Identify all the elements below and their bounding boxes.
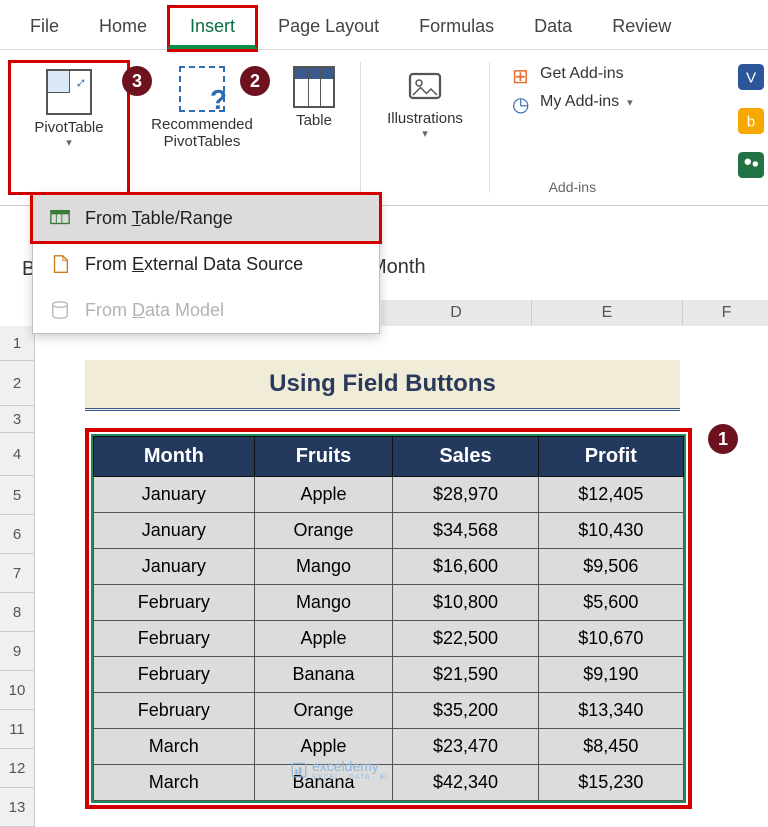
chevron-down-icon: ▾ bbox=[627, 96, 633, 109]
pivot-table-icon bbox=[46, 69, 92, 115]
tab-data[interactable]: Data bbox=[514, 8, 592, 49]
bing-icon[interactable]: b bbox=[738, 108, 764, 134]
addins-group-label: Add-ins bbox=[510, 175, 635, 195]
watermark-text: exceldemy bbox=[312, 758, 388, 774]
illustrations-button[interactable]: Illustrations ▾ bbox=[367, 60, 483, 195]
tab-home[interactable]: Home bbox=[79, 8, 167, 49]
table-row[interactable]: FebruaryApple$22,500$10,670 bbox=[94, 621, 684, 657]
ribbon-body: PivotTable ▾ Recommended PivotTables Tab… bbox=[0, 50, 768, 206]
right-app-icons: V b bbox=[738, 64, 764, 178]
tab-review[interactable]: Review bbox=[592, 8, 691, 49]
chevron-down-icon: ▾ bbox=[422, 127, 428, 140]
watermark-icon bbox=[290, 761, 308, 779]
table-row[interactable]: MarchBanana$42,340$15,230 bbox=[94, 765, 684, 801]
from-external-label: From External Data Source bbox=[85, 254, 303, 275]
table-row[interactable]: FebruaryMango$10,800$5,600 bbox=[94, 585, 684, 621]
row-header-5[interactable]: 5 bbox=[0, 476, 35, 515]
watermark: exceldemy EXCEL · DATA · BI bbox=[290, 758, 388, 781]
col-fruits[interactable]: Fruits bbox=[254, 437, 393, 477]
recommended-pivot-icon bbox=[179, 66, 225, 112]
table-row[interactable]: JanuaryMango$16,600$9,506 bbox=[94, 549, 684, 585]
column-headers: D E F bbox=[381, 300, 768, 326]
table-row[interactable]: FebruaryOrange$35,200$13,340 bbox=[94, 693, 684, 729]
from-data-model-item: From Data Model bbox=[33, 287, 379, 333]
table-row[interactable]: JanuaryApple$28,970$12,405 bbox=[94, 477, 684, 513]
my-addins-button[interactable]: ◷ My Add-ins ▾ bbox=[510, 88, 635, 116]
row-header-4[interactable]: 4 bbox=[0, 433, 35, 476]
illustrations-label: Illustrations bbox=[387, 110, 463, 127]
row-header-6[interactable]: 6 bbox=[0, 515, 35, 554]
get-addins-label: Get Add-ins bbox=[540, 65, 624, 83]
row-header-3[interactable]: 3 bbox=[0, 406, 35, 433]
svg-text:b: b bbox=[747, 113, 755, 130]
col-month[interactable]: Month bbox=[94, 437, 255, 477]
from-data-model-label: From Data Model bbox=[85, 300, 224, 321]
row-header-10[interactable]: 10 bbox=[0, 671, 35, 710]
row-header-1[interactable]: 1 bbox=[0, 326, 35, 361]
people-icon[interactable] bbox=[738, 152, 764, 178]
ribbon-tabs: File Home Insert Page Layout Formulas Da… bbox=[0, 0, 768, 50]
col-header-d[interactable]: D bbox=[381, 300, 532, 326]
ribbon-separator bbox=[360, 62, 361, 193]
table-row[interactable]: FebruaryBanana$21,590$9,190 bbox=[94, 657, 684, 693]
table-row[interactable]: MarchApple$23,470$8,450 bbox=[94, 729, 684, 765]
from-external-item[interactable]: From External Data Source bbox=[33, 241, 379, 287]
data-table-selection: Month Fruits Sales Profit JanuaryApple$2… bbox=[85, 428, 692, 809]
table-icon bbox=[293, 66, 335, 108]
from-table-range-item[interactable]: From Table/Range bbox=[30, 192, 382, 244]
data-table[interactable]: Month Fruits Sales Profit JanuaryApple$2… bbox=[93, 436, 684, 801]
col-header-f[interactable]: F bbox=[683, 300, 768, 326]
row-header-8[interactable]: 8 bbox=[0, 593, 35, 632]
tab-file[interactable]: File bbox=[10, 8, 79, 49]
col-sales[interactable]: Sales bbox=[393, 437, 538, 477]
illustrations-icon bbox=[405, 66, 445, 106]
tab-page-layout[interactable]: Page Layout bbox=[258, 8, 399, 49]
step-marker-3: 3 bbox=[122, 66, 152, 96]
data-model-icon bbox=[49, 299, 71, 321]
table-row[interactable]: JanuaryOrange$34,568$10,430 bbox=[94, 513, 684, 549]
pivot-table-dropdown: From Table/Range From External Data Sour… bbox=[32, 194, 380, 334]
row-header-13[interactable]: 13 bbox=[0, 788, 35, 827]
sheet-title: Using Field Buttons bbox=[85, 360, 680, 411]
chevron-down-icon: ▾ bbox=[66, 136, 72, 149]
row-headers: 1 2 3 4 5 6 7 8 9 10 11 12 13 bbox=[0, 326, 35, 827]
row-header-7[interactable]: 7 bbox=[0, 554, 35, 593]
watermark-sub: EXCEL · DATA · BI bbox=[312, 774, 388, 781]
table-header-row: Month Fruits Sales Profit bbox=[94, 437, 684, 477]
addins-group: ⊞ Get Add-ins ◷ My Add-ins ▾ Add-ins bbox=[496, 60, 649, 195]
ribbon-separator bbox=[489, 62, 490, 193]
my-addins-icon: ◷ bbox=[512, 92, 532, 112]
get-addins-button[interactable]: ⊞ Get Add-ins bbox=[510, 60, 635, 88]
pivot-table-button[interactable]: PivotTable ▾ bbox=[8, 60, 130, 195]
tab-formulas[interactable]: Formulas bbox=[399, 8, 514, 49]
row-header-9[interactable]: 9 bbox=[0, 632, 35, 671]
external-data-icon bbox=[49, 253, 71, 275]
table-label: Table bbox=[296, 112, 332, 129]
table-button[interactable]: Table bbox=[274, 60, 354, 195]
row-header-2[interactable]: 2 bbox=[0, 361, 35, 406]
visio-icon[interactable]: V bbox=[738, 64, 764, 90]
tab-insert[interactable]: Insert bbox=[167, 5, 258, 49]
from-table-range-label: From Table/Range bbox=[85, 208, 233, 229]
get-addins-icon: ⊞ bbox=[512, 64, 532, 84]
my-addins-label: My Add-ins bbox=[540, 93, 619, 111]
row-header-12[interactable]: 12 bbox=[0, 749, 35, 788]
col-header-e[interactable]: E bbox=[532, 300, 683, 326]
table-range-icon bbox=[49, 207, 71, 229]
recommended-pivot-label: Recommended PivotTables bbox=[151, 116, 253, 151]
svg-text:V: V bbox=[746, 69, 757, 86]
col-profit[interactable]: Profit bbox=[538, 437, 683, 477]
step-marker-1: 1 bbox=[708, 424, 738, 454]
row-header-11[interactable]: 11 bbox=[0, 710, 35, 749]
step-marker-2: 2 bbox=[240, 66, 270, 96]
pivot-table-label: PivotTable bbox=[34, 119, 103, 136]
